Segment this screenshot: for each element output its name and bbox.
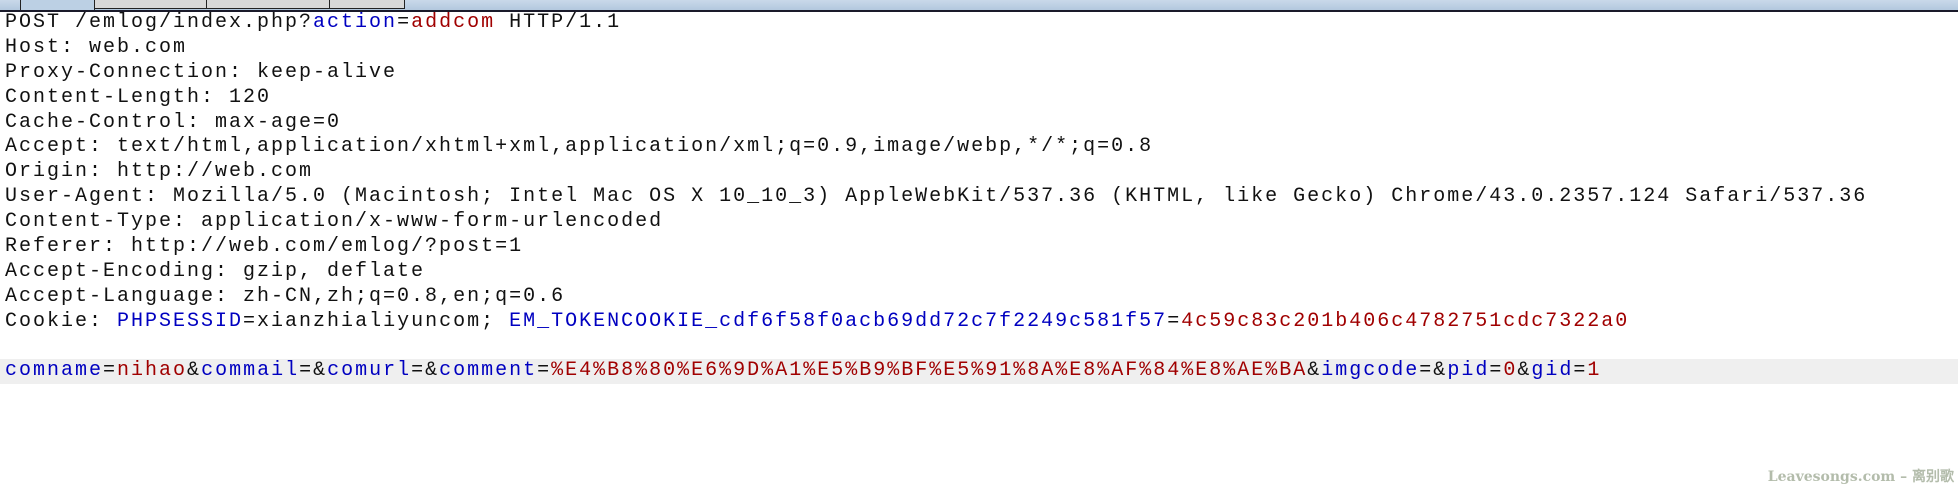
text-segment: &	[1517, 359, 1532, 383]
text-segment: =	[537, 359, 552, 383]
text-segment: HTTP/1.1	[495, 11, 622, 34]
text-segment: Origin: http://web.com	[5, 160, 314, 184]
text-segment: =	[397, 11, 412, 34]
request-header-line[interactable]: Proxy-Connection: keep-alive	[0, 61, 1958, 86]
param-name: comment	[439, 359, 538, 383]
watermark: Leavesongs.com – 离别歌	[1767, 469, 1954, 485]
text-segment: POST /emlog/index.php?	[5, 11, 314, 34]
text-segment: User-Agent: Mozilla/5.0 (Macintosh; Inte…	[5, 185, 1868, 209]
param-name: imgcode	[1321, 359, 1420, 383]
text-segment: &	[187, 359, 202, 383]
text-segment: =&	[1419, 359, 1448, 383]
text-segment: Cookie:	[5, 309, 118, 333]
request-header-line[interactable]: Accept-Encoding: gzip, deflate	[0, 260, 1958, 285]
tab-bar	[0, 0, 1958, 12]
request-header-line[interactable]: User-Agent: Mozilla/5.0 (Macintosh; Inte…	[0, 185, 1958, 210]
request-header-line[interactable]: Referer: http://web.com/emlog/?post=1	[0, 235, 1958, 260]
param-value: 4c59c83c201b406c4782751cdc7322a0	[1181, 309, 1630, 333]
text-segment: =	[1489, 359, 1504, 383]
param-value: %E4%B8%80%E6%9D%A1%E5%B9%BF%E5%91%8A%E8%…	[551, 359, 1308, 383]
request-header-line[interactable]: Cookie: PHPSESSID=xianzhialiyuncom; EM_T…	[0, 310, 1958, 335]
param-value: nihao	[117, 359, 188, 383]
tab-hex[interactable]	[329, 0, 405, 9]
text-segment: =&	[411, 359, 440, 383]
param-name: action	[313, 11, 398, 34]
text-segment: &	[1307, 359, 1322, 383]
text-segment: =&	[299, 359, 328, 383]
request-header-line[interactable]: Accept: text/html,application/xhtml+xml,…	[0, 135, 1958, 160]
request-header-line[interactable]: Cache-Control: max-age=0	[0, 111, 1958, 136]
text-segment: Content-Type: application/x-www-form-url…	[5, 210, 664, 234]
request-header-line[interactable]: Content-Length: 120	[0, 86, 1958, 111]
tab-headers[interactable]	[206, 0, 330, 9]
request-header-line[interactable]: Origin: http://web.com	[0, 160, 1958, 185]
text-segment: =	[1573, 359, 1588, 383]
text-segment: Content-Length: 120	[5, 85, 272, 109]
text-segment: =	[103, 359, 118, 383]
text-segment: Accept: text/html,application/xhtml+xml,…	[5, 135, 1154, 159]
param-name: commail	[201, 359, 300, 383]
param-name: comurl	[327, 359, 412, 383]
param-value: 1	[1587, 359, 1602, 383]
request-header-line[interactable]: Content-Type: application/x-www-form-url…	[0, 210, 1958, 235]
request-header-line[interactable]: POST /emlog/index.php?action=addcom HTTP…	[0, 11, 1958, 36]
text-segment: =	[1167, 309, 1182, 333]
text-segment: Proxy-Connection: keep-alive	[5, 60, 398, 84]
text-segment: Accept-Language: zh-CN,zh;q=0.8,en;q=0.6	[5, 284, 566, 308]
param-name: comname	[5, 359, 104, 383]
param-name: gid	[1531, 359, 1574, 383]
param-name: pid	[1447, 359, 1490, 383]
param-name: EM_TOKENCOOKIE_cdf6f58f0acb69dd72c7f2249…	[509, 309, 1168, 333]
param-name: PHPSESSID	[117, 309, 244, 333]
request-header-line[interactable]: Accept-Language: zh-CN,zh;q=0.8,en;q=0.6	[0, 285, 1958, 310]
request-header-line[interactable]	[0, 335, 1958, 360]
text-segment: Referer: http://web.com/emlog/?post=1	[5, 235, 524, 259]
tab-params[interactable]	[94, 0, 207, 9]
text-segment: =xianzhialiyuncom;	[243, 309, 510, 333]
request-editor[interactable]: POST /emlog/index.php?action=addcom HTTP…	[0, 11, 1958, 385]
request-body-line[interactable]: comname=nihao&commail=&comurl=&comment=%…	[0, 359, 1958, 385]
text-segment: Accept-Encoding: gzip, deflate	[5, 259, 426, 283]
param-value: addcom	[411, 11, 496, 34]
text-segment: Cache-Control: max-age=0	[5, 110, 342, 134]
request-header-line[interactable]: Host: web.com	[0, 36, 1958, 61]
text-segment: Host: web.com	[5, 35, 188, 59]
param-value: 0	[1503, 359, 1518, 383]
